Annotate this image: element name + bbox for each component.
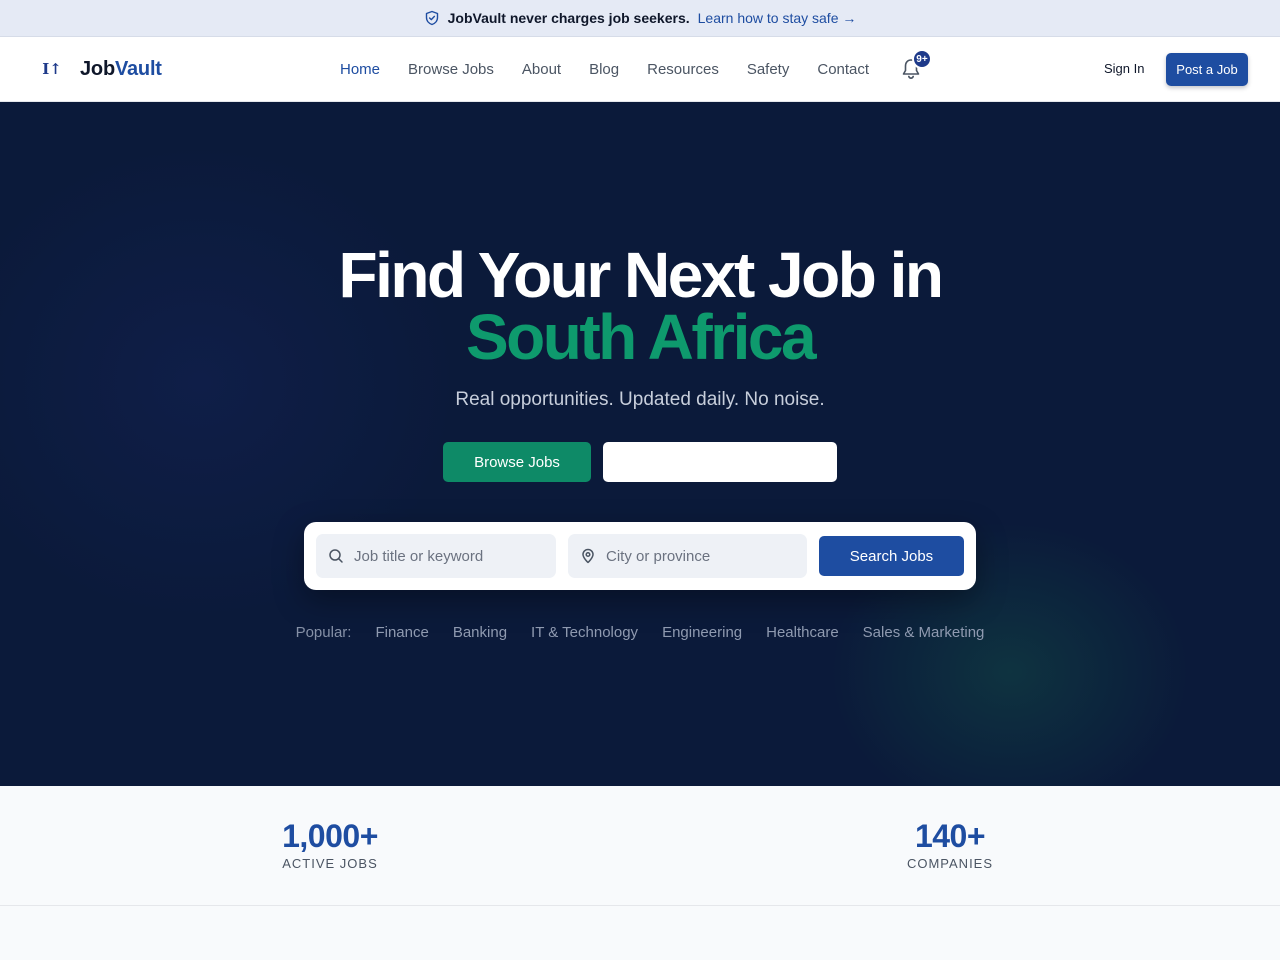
nav-safety[interactable]: Safety: [747, 61, 790, 78]
search-jobs-button[interactable]: Search Jobs: [819, 536, 964, 576]
logo-mark-icon: Ⅰ↑: [34, 51, 70, 87]
stat-companies: 140+ COMPANIES: [850, 816, 1050, 871]
sign-in-link[interactable]: Sign In: [1104, 61, 1144, 76]
nav-blog[interactable]: Blog: [589, 61, 619, 78]
stat-value: 1,000+: [282, 818, 378, 854]
popular-tag-sales-marketing[interactable]: Sales & Marketing: [863, 624, 985, 641]
notification-count-badge: 9+: [912, 49, 932, 69]
keyword-input[interactable]: [354, 547, 544, 565]
popular-tag-banking[interactable]: Banking: [453, 624, 507, 641]
stat-value: 140+: [914, 818, 986, 854]
popular-tag-engineering[interactable]: Engineering: [662, 624, 742, 641]
stat-label: ACTIVE JOBS: [282, 856, 378, 871]
hero-title-highlight: South Africa: [465, 301, 817, 373]
location-input[interactable]: [606, 547, 796, 565]
nav-browse-jobs[interactable]: Browse Jobs: [408, 61, 494, 78]
nav-about[interactable]: About: [522, 61, 561, 78]
bell-icon: [900, 59, 922, 85]
nav-home[interactable]: Home: [340, 61, 380, 78]
nav-contact[interactable]: Contact: [817, 61, 869, 78]
search-icon: [328, 548, 344, 564]
main-menu: Home Browse Jobs About Blog Resources Sa…: [340, 37, 869, 102]
hero-subtitle: Real opportunities. Updated daily. No no…: [455, 389, 825, 410]
map-pin-icon: [580, 548, 596, 564]
keyword-field[interactable]: [316, 534, 556, 578]
brand-name: JobVault: [80, 58, 162, 81]
location-field[interactable]: [568, 534, 807, 578]
popular-tag-it-technology[interactable]: IT & Technology: [531, 624, 638, 641]
popular-tag-finance[interactable]: Finance: [375, 624, 428, 641]
popular-categories: Popular: Finance Banking IT & Technology…: [0, 624, 1280, 641]
stat-label: COMPANIES: [906, 856, 994, 871]
brand-name-first: Job: [80, 57, 115, 80]
secondary-cta-button[interactable]: [603, 442, 837, 482]
stat-active-jobs: 1,000+ ACTIVE JOBS: [230, 816, 430, 871]
brand-name-second: Vault: [114, 57, 162, 80]
hero-title: Find Your Next Job in South Africa: [0, 243, 1280, 373]
popular-label: Popular:: [295, 624, 352, 641]
brand-logo[interactable]: Ⅰ↑ JobVault: [34, 51, 162, 87]
announcement-bar: JobVault never charges job seekers. Lear…: [0, 0, 1280, 37]
nav-resources[interactable]: Resources: [647, 61, 719, 78]
hero-section: Find Your Next Job in South Africa Real …: [0, 102, 1280, 786]
job-search-form: Search Jobs: [304, 522, 976, 590]
post-job-button[interactable]: Post a Job: [1166, 53, 1248, 86]
notifications-button[interactable]: 9+: [900, 49, 932, 81]
browse-jobs-button[interactable]: Browse Jobs: [443, 442, 591, 482]
announcement-text: JobVault never charges job seekers.: [447, 10, 690, 26]
shield-check-icon: [424, 10, 440, 26]
top-nav: Ⅰ↑ JobVault Home Browse Jobs About Blog …: [0, 37, 1280, 102]
stay-safe-link[interactable]: Learn how to stay safe →: [698, 10, 857, 26]
popular-tag-healthcare[interactable]: Healthcare: [766, 624, 839, 641]
stats-section: 1,000+ ACTIVE JOBS 140+ COMPANIES: [0, 786, 1280, 906]
